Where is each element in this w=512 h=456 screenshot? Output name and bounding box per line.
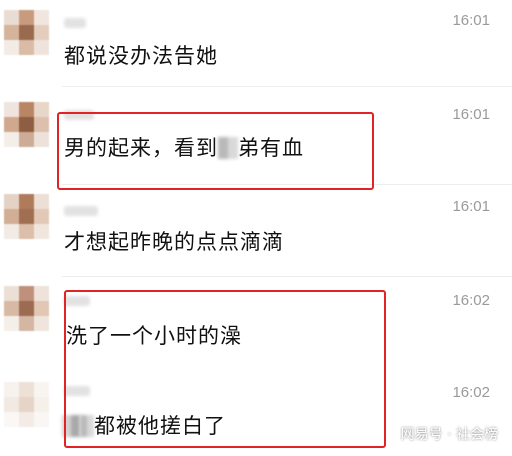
- avatar[interactable]: [4, 102, 50, 148]
- chat-message-list: 16:01 都说没办法告她 16:01 男的起来，看到 弟有血 16:01 才想…: [0, 0, 512, 456]
- message-text: 才想起昨晚的点点滴滴: [64, 230, 284, 254]
- sender-name-redacted: [64, 18, 86, 28]
- chat-message[interactable]: 16:01 才想起昨晚的点点滴滴: [0, 186, 512, 280]
- watermark: 网易号 · 社会榜: [400, 427, 498, 443]
- divider: [62, 86, 512, 87]
- message-timestamp: 16:01: [452, 106, 490, 123]
- avatar[interactable]: [4, 10, 50, 56]
- sender-name-redacted: [64, 206, 98, 216]
- message-timestamp: 16:02: [452, 292, 490, 309]
- highlight-box: [57, 112, 374, 190]
- highlight-box: [64, 290, 386, 448]
- message-timestamp: 16:01: [452, 198, 490, 215]
- avatar[interactable]: [4, 194, 50, 240]
- avatar[interactable]: [4, 286, 50, 332]
- message-timestamp: 16:01: [452, 12, 490, 29]
- chat-message[interactable]: 16:01 都说没办法告她: [0, 0, 512, 82]
- divider: [62, 276, 512, 277]
- message-timestamp: 16:02: [452, 384, 490, 401]
- message-text: 都说没办法告她: [64, 44, 218, 68]
- avatar[interactable]: [4, 382, 50, 428]
